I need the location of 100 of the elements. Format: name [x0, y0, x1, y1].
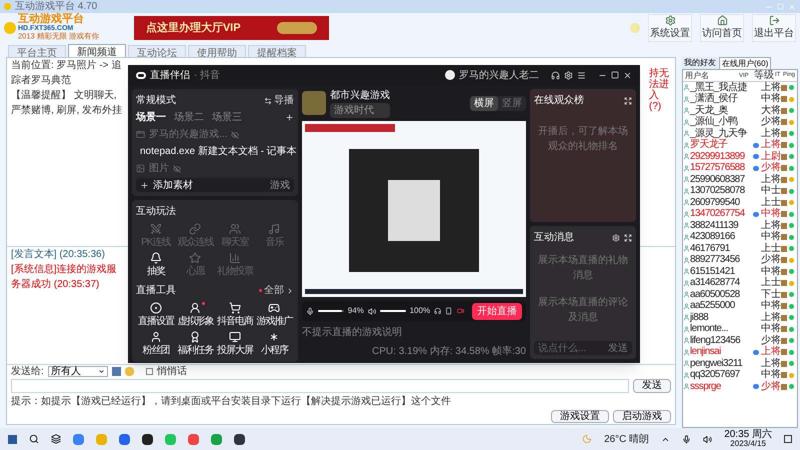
- tool-item[interactable]: 直播设置: [136, 302, 176, 329]
- user-name[interactable]: 8892773456: [690, 255, 751, 266]
- search-icon[interactable]: [29, 434, 39, 444]
- director-link[interactable]: 导播: [274, 93, 294, 108]
- user-name[interactable]: 15727576588: [690, 163, 751, 174]
- play-item[interactable]: 抽奖: [136, 252, 176, 279]
- nav-tab[interactable]: 提醒档案: [248, 45, 306, 57]
- stream-title[interactable]: 都市兴趣游戏: [330, 88, 390, 103]
- mode-label[interactable]: 常规模式: [136, 93, 176, 108]
- tool-item[interactable]: 抖音电商: [215, 302, 254, 329]
- rank-cell: 上士: [761, 244, 781, 254]
- menu-icon[interactable]: [577, 70, 586, 80]
- user-name[interactable]: aa5255000: [690, 301, 751, 312]
- user-name[interactable]: 2609799540: [690, 198, 751, 208]
- panel-title: 在线观众榜: [534, 94, 584, 108]
- user-icon: [683, 84, 690, 92]
- nav-tab[interactable]: 互动论坛: [128, 45, 186, 57]
- close-icon[interactable]: [623, 70, 632, 80]
- user-name[interactable]: ji888: [690, 312, 751, 323]
- task-view-icon[interactable]: [51, 434, 61, 444]
- rank-cell: 少将: [761, 382, 781, 392]
- user-name[interactable]: _源灵_九天争: [690, 128, 751, 139]
- microphone-icon[interactable]: [682, 434, 692, 444]
- user-name[interactable]: 13070258078: [690, 186, 751, 196]
- panel-tab[interactable]: 我的好友: [682, 57, 718, 69]
- clock-date: 2023/4/15: [730, 440, 766, 448]
- user-name[interactable]: 3882411139: [690, 220, 751, 231]
- user-name[interactable]: lenjinsai: [690, 347, 751, 358]
- toolbar-button[interactable]: 访问首页: [700, 14, 744, 42]
- tool-item[interactable]: 粉丝团: [136, 331, 176, 358]
- user-icon: [683, 314, 690, 322]
- tool-item[interactable]: 福利任务: [176, 331, 215, 358]
- panel-tab[interactable]: 在线用户(60): [719, 57, 772, 69]
- popout-icon[interactable]: [624, 96, 632, 104]
- user-name[interactable]: a314628774: [690, 278, 751, 288]
- user-name[interactable]: _天龙_奥: [690, 106, 751, 116]
- vip-banner[interactable]: 点这里办理大厅VIP: [134, 16, 329, 40]
- add-source-label: 添加素材: [153, 178, 193, 192]
- user-name[interactable]: _黑王_我点捷: [690, 82, 751, 93]
- user-name[interactable]: 25990608387: [690, 174, 751, 185]
- user-name[interactable]: 46176791: [690, 244, 751, 254]
- message-input[interactable]: 说点什么... 发送: [534, 341, 632, 355]
- eye-off-icon[interactable]: [173, 164, 181, 172]
- nav-tab[interactable]: 使用帮助: [188, 45, 246, 57]
- user-name[interactable]: 29299913899: [690, 152, 751, 162]
- settings-icon[interactable]: [564, 70, 573, 80]
- tool-item[interactable]: 投屏大屏: [215, 331, 254, 358]
- nav-tab[interactable]: 平台主页: [8, 45, 66, 57]
- speaker-icon[interactable]: [368, 306, 376, 316]
- user-name[interactable]: lemonte...: [690, 324, 751, 334]
- user-name[interactable]: _潇洒_侯仔: [690, 94, 751, 104]
- user-name[interactable]: sssprge: [690, 382, 751, 392]
- action-button[interactable]: 启动游戏: [613, 410, 671, 423]
- headset-icon[interactable]: [551, 70, 560, 80]
- send-button[interactable]: 发送: [633, 379, 671, 393]
- music-icon: [268, 223, 280, 235]
- camera-icon[interactable]: [456, 307, 464, 315]
- add-icon[interactable]: [285, 113, 294, 122]
- user-name[interactable]: 13470267754: [690, 209, 751, 220]
- all-tools-link[interactable]: 全部: [264, 283, 284, 298]
- settings-icon[interactable]: [612, 234, 620, 242]
- user-name[interactable]: qq32057697: [690, 370, 751, 380]
- app-title: 直播伴侣: [150, 68, 190, 82]
- tool-item[interactable]: 小程序: [254, 331, 294, 358]
- settings-icon: [664, 15, 676, 26]
- scene-tab[interactable]: 场景二: [174, 110, 204, 125]
- nav-tab[interactable]: 新闻频道: [68, 44, 126, 57]
- tool-item[interactable]: 游戏推广: [254, 302, 294, 329]
- column-header[interactable]: 用户名: [683, 70, 739, 82]
- popout-icon[interactable]: [624, 234, 632, 242]
- orientation-toggle[interactable]: 横屏: [470, 96, 498, 110]
- notice-text: 【温馨提醒】 文明聊天, 严禁赌博, 刷屏, 发布外挂: [11, 88, 123, 118]
- toolbar-button[interactable]: 系统设置: [648, 14, 692, 42]
- column-header[interactable]: 等级: [753, 70, 775, 82]
- send-label[interactable]: 发送: [608, 340, 628, 356]
- user-name[interactable]: 615151421: [690, 266, 751, 277]
- user-name[interactable]: pengwei3211: [690, 358, 751, 369]
- scene-tab[interactable]: 场景一: [136, 110, 166, 125]
- source-item[interactable]: notepad.exe 新建文本文档 - 记事本: [140, 144, 297, 159]
- maximize-icon[interactable]: [611, 71, 619, 79]
- tool-item[interactable]: 虚拟形象: [176, 302, 215, 329]
- add-source-bar[interactable]: 添加素材 游戏: [136, 178, 294, 192]
- message-field[interactable]: [11, 379, 629, 393]
- action-button[interactable]: 游戏设置: [551, 410, 609, 423]
- user-name[interactable]: lifeng123456: [690, 336, 751, 346]
- scene-tab[interactable]: 场景三: [212, 110, 242, 125]
- whisper-checkbox[interactable]: [146, 368, 153, 375]
- toolbar-button[interactable]: 退出平台: [752, 14, 796, 42]
- start-live-button[interactable]: 开始直播: [472, 302, 522, 320]
- microphone-icon[interactable]: [306, 306, 314, 316]
- volume-icon[interactable]: [703, 434, 712, 444]
- user-name[interactable]: aa60500528: [690, 290, 751, 300]
- eye-off-icon[interactable]: [231, 130, 240, 138]
- user-name[interactable]: _源仙_小鸭: [690, 117, 751, 128]
- headphones-icon[interactable]: [434, 307, 442, 315]
- user-name[interactable]: 罗天龙子: [690, 140, 751, 150]
- user-name[interactable]: 423089166: [690, 232, 751, 242]
- rank-cell: 中将: [761, 209, 781, 220]
- recipient-dropdown[interactable]: 所有人: [48, 366, 108, 377]
- phone-icon[interactable]: [445, 307, 453, 315]
